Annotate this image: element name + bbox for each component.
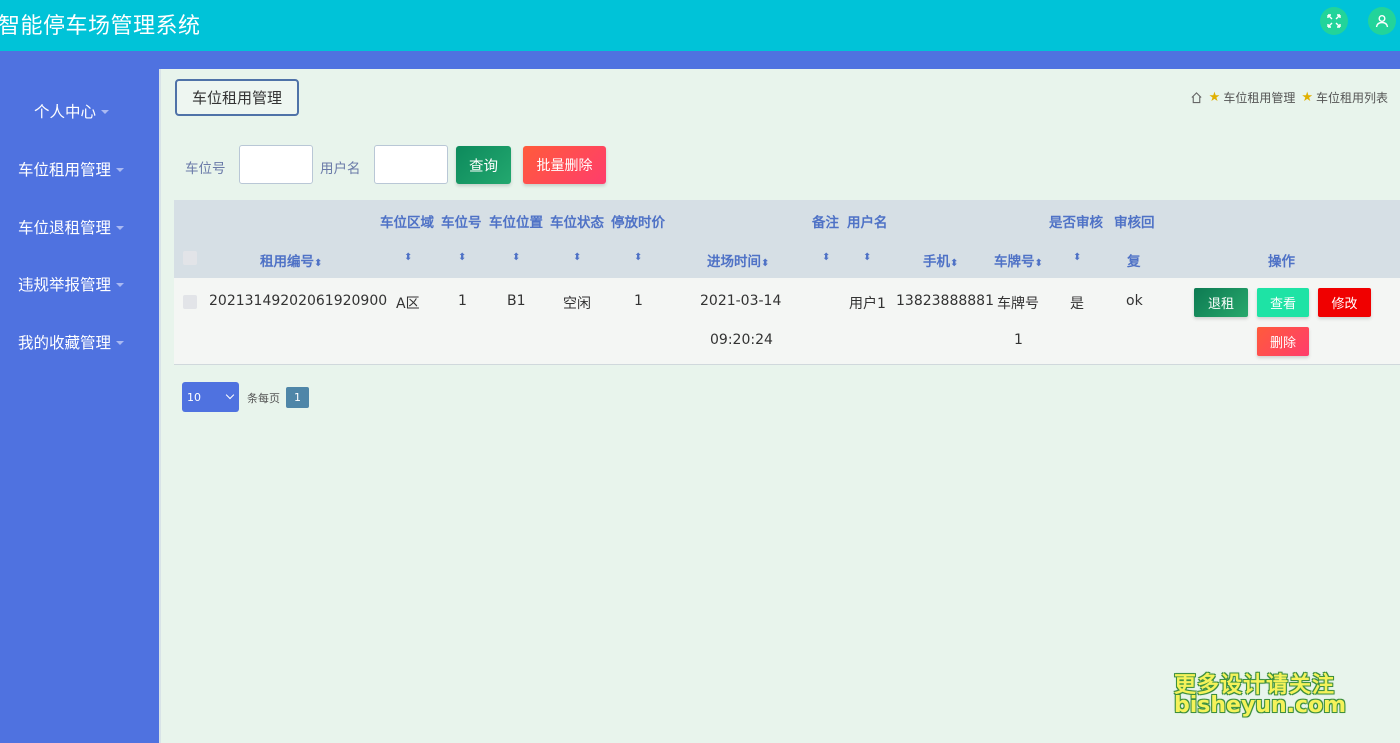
fullscreen-icon[interactable]: [1320, 7, 1348, 35]
home-icon[interactable]: [1190, 91, 1203, 104]
sort-icon[interactable]: ⬍: [573, 253, 581, 263]
username-label: 用户名: [320, 161, 361, 177]
sidebar-item-label: 车位退租管理: [18, 219, 112, 237]
delete-button[interactable]: 删除: [1257, 327, 1309, 356]
sidebar-item-rent-management[interactable]: 车位租用管理: [0, 154, 159, 184]
sort-icon[interactable]: ⬍: [634, 253, 642, 263]
th-location[interactable]: 车位位置: [489, 211, 543, 231]
sidebar-item-label: 我的收藏管理: [18, 334, 112, 352]
th-phone[interactable]: 手机⬍: [923, 250, 958, 270]
table-row: 20213149202061920900 A区 1 B1 空闲 1 2021-0…: [174, 278, 1400, 365]
sidebar-item-violation-report[interactable]: 违规举报管理: [0, 269, 159, 299]
sidebar-item-personal-center[interactable]: 个人中心: [0, 96, 159, 126]
caret-down-icon: [116, 341, 125, 345]
th-actions: 操作: [1268, 254, 1295, 270]
checkout-button[interactable]: 退租: [1194, 288, 1248, 317]
watermark-line2: bisheyun.com: [1174, 693, 1347, 718]
cell-reply: ok: [1126, 293, 1143, 309]
sidebar-item-favorites[interactable]: 我的收藏管理: [0, 327, 159, 357]
cell-status: 空闲: [563, 296, 591, 312]
cell-plate: 车牌号: [997, 296, 1039, 312]
sort-icon[interactable]: ⬍: [863, 253, 871, 263]
th-plate[interactable]: 车牌号⬍: [994, 250, 1043, 270]
sort-icon: ⬍: [761, 258, 770, 269]
top-header: 智能停车场管理系统: [0, 0, 1400, 51]
breadcrumb-item: 车位租用列表: [1315, 91, 1388, 105]
row-checkbox[interactable]: [183, 295, 197, 309]
table-header: 租用编号⬍ 车位区域 ⬍ 车位号 ⬍ 车位位置 ⬍ 车位状态 ⬍ 停放时价 ⬍ …: [174, 200, 1400, 278]
page-size-select[interactable]: 10: [182, 382, 239, 412]
space-no-label: 车位号: [185, 161, 226, 177]
edit-button[interactable]: 修改: [1318, 288, 1371, 317]
caret-down-icon: [116, 226, 125, 230]
sort-icon[interactable]: ⬍: [512, 253, 520, 263]
th-remark[interactable]: 备注: [812, 211, 839, 231]
page-button-1[interactable]: 1: [286, 387, 309, 408]
sidebar-item-label: 车位租用管理: [18, 161, 112, 179]
sort-icon: ⬍: [1034, 258, 1043, 269]
cell-audited: 是: [1070, 296, 1084, 312]
main-content: 车位租用管理 ★ 车位租用管理 ★ 车位租用列表 车位号 用户名 查询 批量删除…: [159, 69, 1400, 743]
th-rent-no[interactable]: 租用编号⬍: [260, 250, 322, 270]
th-reply[interactable]: 审核回: [1114, 211, 1155, 231]
sidebar-item-label: 违规举报管理: [18, 276, 112, 294]
cell-entry-clock: 09:20:24: [710, 332, 773, 348]
star-icon: ★: [1208, 90, 1221, 105]
sort-icon[interactable]: ⬍: [1073, 253, 1081, 263]
sort-icon[interactable]: ⬍: [458, 253, 466, 263]
cell-price: 1: [634, 293, 643, 309]
star-icon: ★: [1301, 90, 1313, 105]
cell-plate-cont: 1: [1014, 332, 1023, 348]
th-username[interactable]: 用户名: [847, 211, 888, 231]
caret-down-icon: [101, 110, 110, 114]
th-price[interactable]: 停放时价: [611, 211, 665, 231]
caret-down-icon: [116, 283, 125, 287]
sidebar: 个人中心 车位租用管理 车位退租管理 违规举报管理 我的收藏管理: [0, 69, 159, 743]
cell-entry-date: 2021-03-14: [700, 293, 782, 309]
sort-icon: ⬍: [950, 258, 959, 269]
cell-space-no: 1: [458, 293, 467, 309]
username-input[interactable]: [374, 145, 448, 184]
cell-location: B1: [507, 293, 526, 309]
query-button[interactable]: 查询: [456, 146, 511, 184]
page-size-value: 10: [187, 390, 201, 404]
breadcrumb-item[interactable]: 车位租用管理: [1223, 89, 1295, 106]
cell-rent-no: 20213149202061920900: [209, 293, 388, 309]
th-audited[interactable]: 是否审核: [1049, 211, 1103, 231]
cell-phone: 13823888881: [896, 293, 994, 309]
per-page-label: 条每页: [247, 392, 280, 405]
cell-username: 用户1: [849, 296, 886, 312]
rent-table: 租用编号⬍ 车位区域 ⬍ 车位号 ⬍ 车位位置 ⬍ 车位状态 ⬍ 停放时价 ⬍ …: [174, 200, 1400, 365]
app-title: 智能停车场管理系统: [0, 14, 201, 39]
caret-down-icon: [116, 168, 125, 172]
select-all-checkbox[interactable]: [183, 251, 197, 265]
view-button[interactable]: 查看: [1257, 288, 1309, 317]
header-subbar: [0, 51, 1400, 69]
th-reply-cont: 复: [1127, 254, 1141, 270]
space-no-input[interactable]: [239, 145, 313, 184]
th-entry-time[interactable]: 进场时间⬍: [707, 250, 769, 270]
th-space-no[interactable]: 车位号: [441, 211, 482, 231]
th-area[interactable]: 车位区域: [380, 211, 434, 231]
sort-icon: ⬍: [314, 258, 323, 269]
cell-area: A区: [396, 296, 420, 312]
breadcrumb: ★ 车位租用管理 ★ 车位租用列表: [1190, 89, 1388, 106]
sort-icon[interactable]: ⬍: [822, 253, 830, 263]
sidebar-item-label: 个人中心: [34, 103, 97, 121]
user-icon[interactable]: [1368, 7, 1396, 35]
tab-rent-management[interactable]: 车位租用管理: [175, 79, 299, 116]
batch-delete-button[interactable]: 批量删除: [523, 146, 606, 184]
th-status[interactable]: 车位状态: [550, 211, 604, 231]
chevron-down-icon: [225, 390, 235, 400]
sort-icon[interactable]: ⬍: [404, 253, 412, 263]
sidebar-item-return-management[interactable]: 车位退租管理: [0, 212, 159, 242]
